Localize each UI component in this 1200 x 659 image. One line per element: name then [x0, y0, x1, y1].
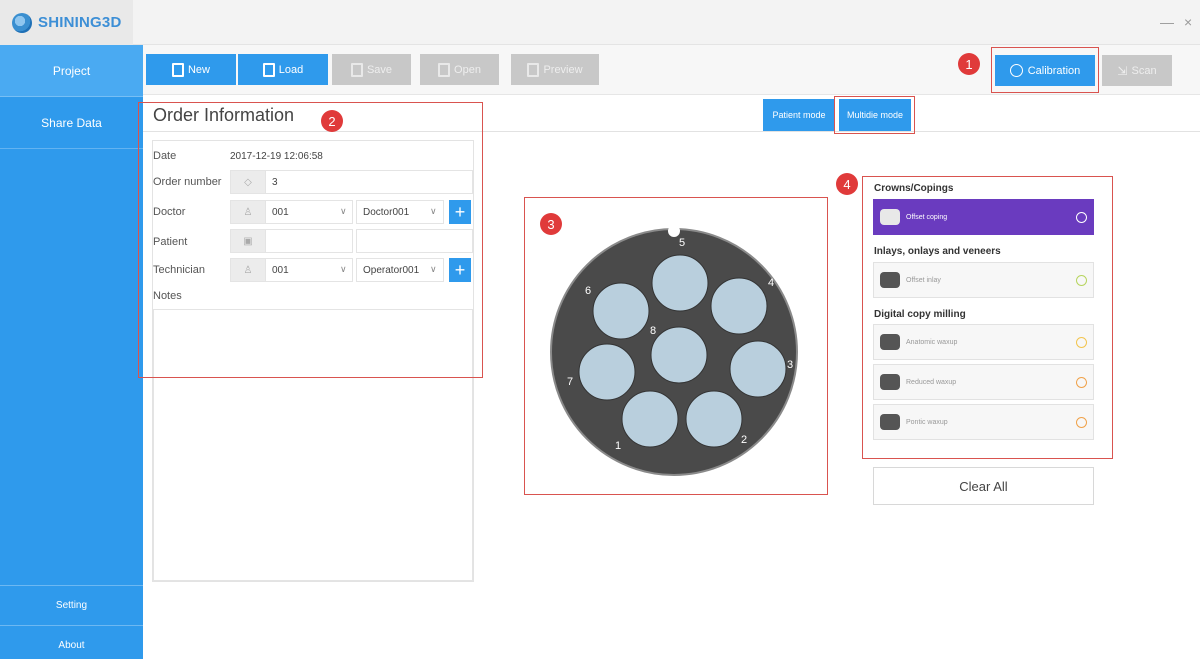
save-button[interactable]: Save: [332, 54, 411, 85]
open-button-label: Open: [454, 63, 481, 76]
brand-name: SHINING3D: [38, 14, 122, 31]
preview-button[interactable]: Preview: [511, 54, 599, 85]
sidebar-item-share-data[interactable]: Share Data: [0, 97, 143, 149]
save-button-label: Save: [366, 63, 393, 76]
brand-logo: SHINING3D: [0, 0, 133, 45]
open-button[interactable]: Open: [420, 54, 499, 85]
logo-icon: [12, 12, 32, 33]
scan-icon: ⇲: [1117, 63, 1128, 78]
callout-box-multidie: [834, 96, 915, 134]
title-bar: SHINING3D — ×: [0, 0, 1200, 45]
preview-icon: [527, 62, 540, 77]
callout-badge-2: 2: [321, 110, 343, 132]
folder-icon: [438, 62, 451, 77]
new-file-icon: [171, 62, 184, 77]
new-button[interactable]: New: [146, 54, 236, 85]
save-icon: [350, 62, 363, 77]
sidebar: Project Share Data Setting About: [0, 45, 143, 659]
scan-button[interactable]: ⇲ Scan: [1102, 55, 1172, 86]
callout-box-4: [862, 176, 1113, 459]
callout-badge-1: 1: [958, 53, 980, 75]
new-button-label: New: [187, 63, 210, 76]
app-window: SHINING3D — × Project Share Data Setting…: [0, 0, 1200, 659]
callout-badge-4: 4: [836, 173, 858, 195]
preview-button-label: Preview: [543, 63, 583, 76]
scan-button-label: Scan: [1131, 64, 1157, 77]
clear-all-button[interactable]: Clear All: [873, 467, 1094, 505]
sidebar-item-project[interactable]: Project: [0, 45, 143, 97]
minimize-button[interactable]: —: [1160, 14, 1174, 30]
callout-badge-3: 3: [540, 213, 562, 235]
sidebar-item-about[interactable]: About: [0, 625, 143, 659]
load-file-icon: [262, 62, 275, 77]
callout-box-2: [138, 102, 483, 378]
callout-box-3: [524, 197, 828, 495]
callout-box-1: [991, 47, 1099, 93]
patient-mode-button[interactable]: Patient mode: [763, 99, 835, 131]
load-button-label: Load: [278, 63, 304, 76]
sidebar-item-setting[interactable]: Setting: [0, 585, 143, 625]
load-button[interactable]: Load: [238, 54, 328, 85]
close-button[interactable]: ×: [1184, 14, 1192, 30]
